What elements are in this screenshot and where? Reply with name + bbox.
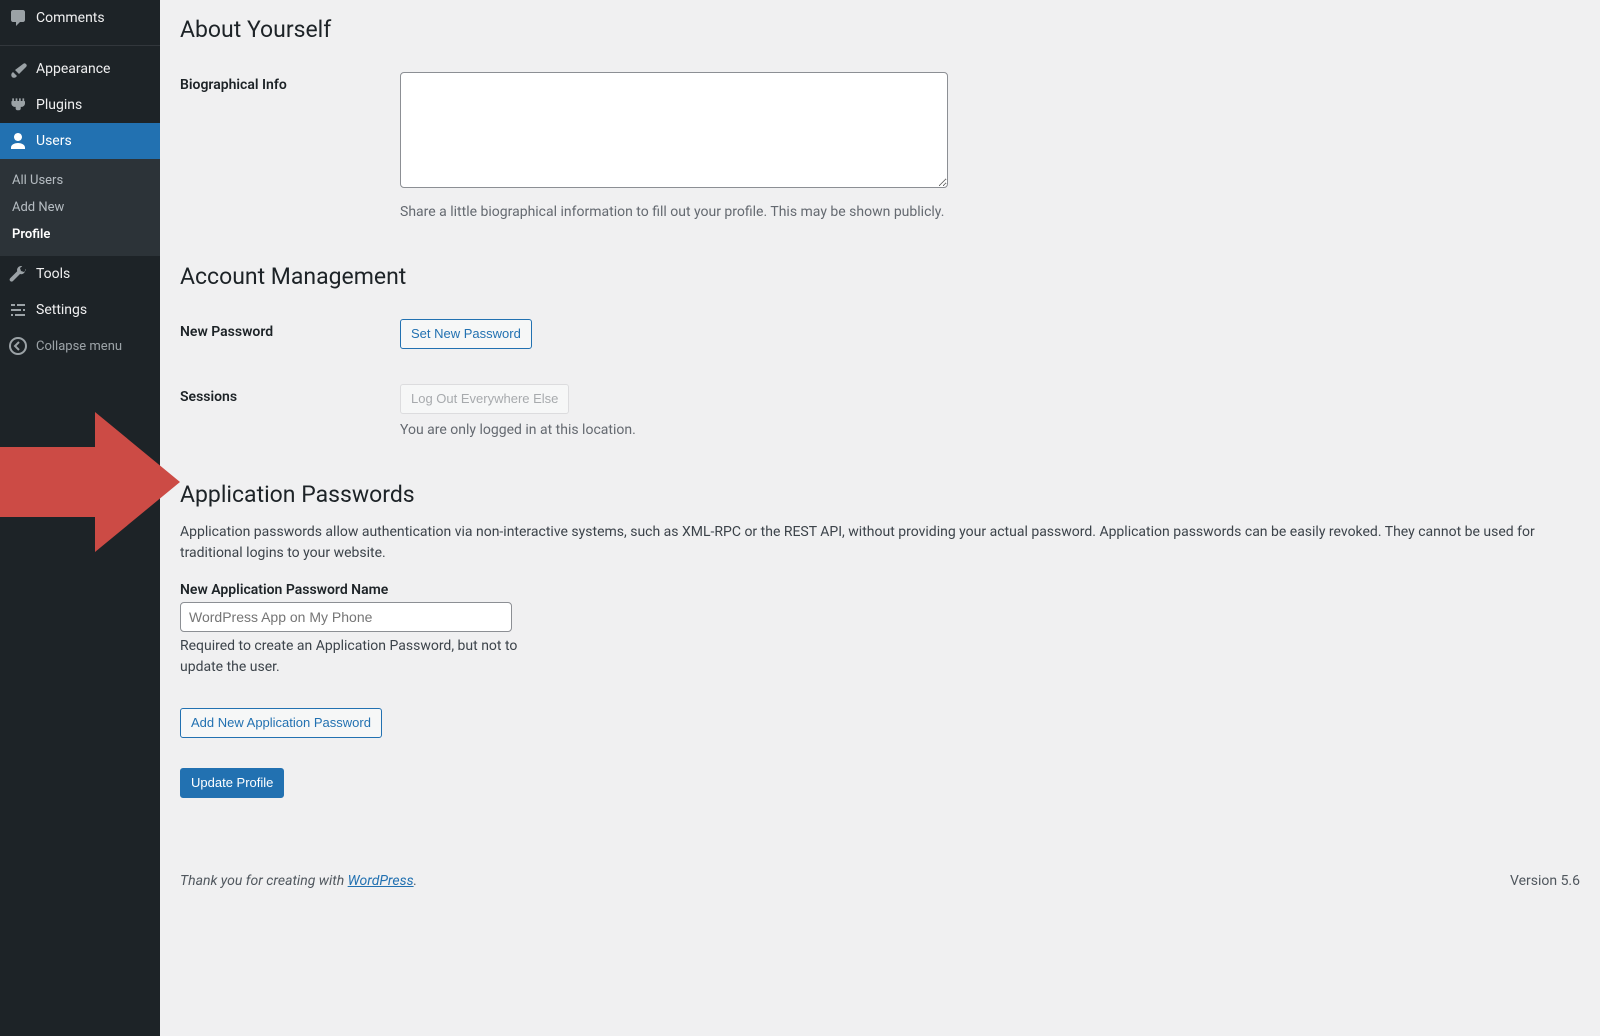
about-form-table: Biographical Info Share a little biograp… [180, 57, 1580, 243]
set-new-password-button[interactable]: Set New Password [400, 319, 532, 349]
plug-icon [8, 95, 28, 115]
sidebar-item-label: Appearance [36, 61, 110, 77]
submenu-profile[interactable]: Profile [0, 221, 160, 248]
brush-icon [8, 59, 28, 79]
user-icon [8, 131, 28, 151]
sessions-label: Sessions [180, 369, 400, 461]
submenu-all-users[interactable]: All Users [0, 167, 160, 194]
add-application-password-button[interactable]: Add New Application Password [180, 708, 382, 738]
sidebar-item-comments[interactable]: Comments [0, 0, 160, 36]
sidebar-item-plugins[interactable]: Plugins [0, 87, 160, 123]
app-password-name-label: New Application Password Name [180, 582, 1580, 598]
app-passwords-intro: Application passwords allow authenticati… [180, 522, 1580, 564]
comment-icon [8, 8, 28, 28]
sidebar-item-tools[interactable]: Tools [0, 256, 160, 292]
sidebar-item-users[interactable]: Users [0, 123, 160, 159]
wrench-icon [8, 264, 28, 284]
sidebar-item-settings[interactable]: Settings [0, 292, 160, 328]
app-password-name-help: Required to create an Application Passwo… [180, 636, 520, 678]
admin-footer: Thank you for creating with WordPress. V… [180, 858, 1580, 907]
collapse-label: Collapse menu [36, 339, 122, 354]
app-passwords-heading: Application Passwords [180, 481, 1580, 508]
about-heading: About Yourself [180, 16, 1580, 43]
new-password-label: New Password [180, 304, 400, 369]
bio-label: Biographical Info [180, 57, 400, 243]
collapse-menu[interactable]: Collapse menu [0, 328, 160, 364]
footer-version: Version 5.6 [1510, 873, 1580, 889]
account-form-table: New Password Set New Password Sessions L… [180, 304, 1580, 461]
submenu-add-new[interactable]: Add New [0, 194, 160, 221]
sidebar-item-label: Settings [36, 302, 87, 318]
main-content: About Yourself Biographical Info Share a… [160, 0, 1600, 1036]
sidebar-item-label: Users [36, 133, 72, 149]
sidebar-item-label: Tools [36, 266, 70, 282]
logout-everywhere-button: Log Out Everywhere Else [400, 384, 569, 414]
sliders-icon [8, 300, 28, 320]
sidebar-submenu-users: All Users Add New Profile [0, 159, 160, 256]
footer-thanks: Thank you for creating with WordPress. [180, 873, 417, 889]
sessions-help: You are only logged in at this location. [400, 420, 1570, 441]
collapse-icon [8, 336, 28, 356]
sidebar-item-label: Comments [36, 10, 105, 26]
application-passwords-section: Application Passwords Application passwo… [180, 481, 1580, 738]
update-profile-button[interactable]: Update Profile [180, 768, 284, 798]
menu-separator [0, 41, 160, 46]
sidebar-item-label: Plugins [36, 97, 82, 113]
account-heading: Account Management [180, 263, 1580, 290]
sidebar-item-appearance[interactable]: Appearance [0, 51, 160, 87]
bio-help: Share a little biographical information … [400, 202, 1570, 223]
wordpress-link[interactable]: WordPress [348, 873, 414, 889]
admin-sidebar: Comments Appearance Plugins Users All Us… [0, 0, 160, 1036]
app-password-name-input[interactable] [180, 602, 512, 632]
bio-textarea[interactable] [400, 72, 948, 188]
